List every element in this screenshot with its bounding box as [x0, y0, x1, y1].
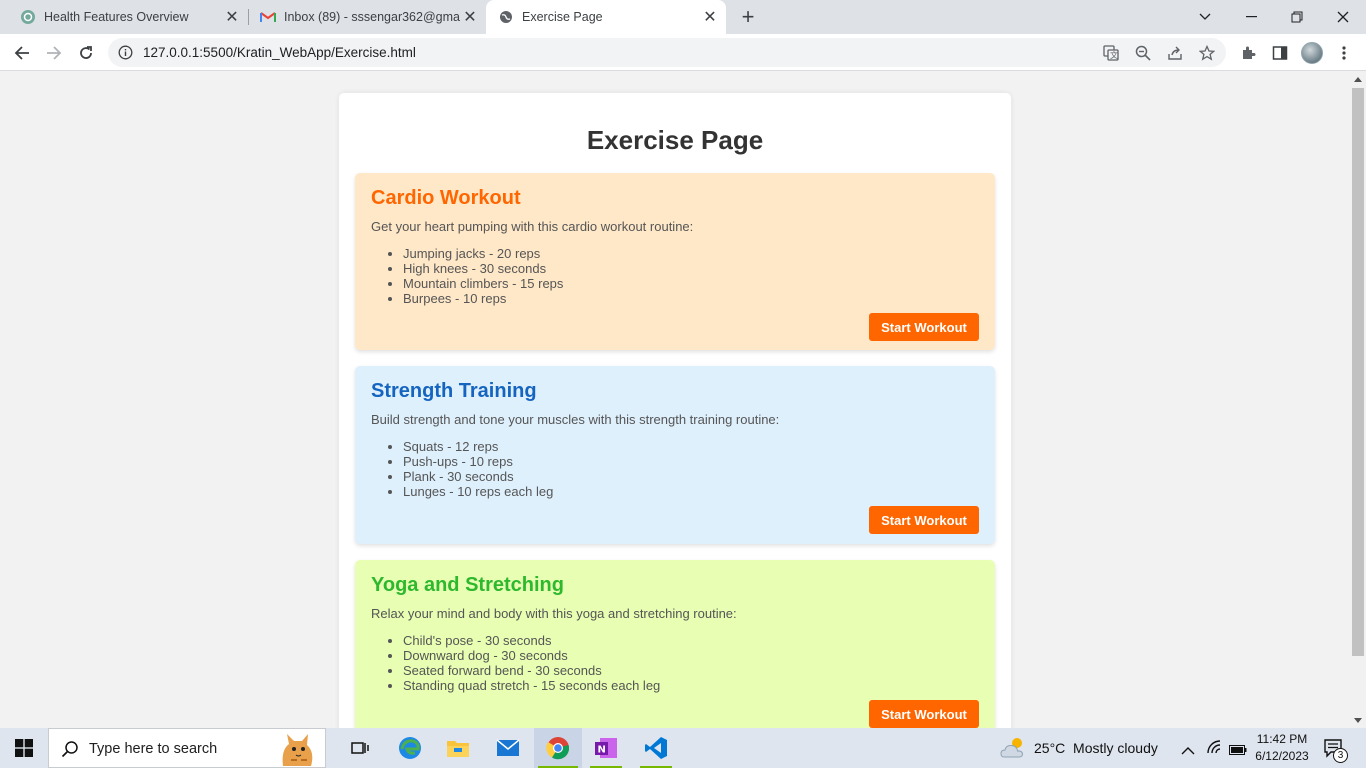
new-tab-icon[interactable]: + — [736, 4, 760, 29]
svg-text:N: N — [598, 745, 606, 756]
svg-text:文: 文 — [1110, 50, 1118, 60]
globe-icon — [498, 9, 514, 25]
clock-date: 6/12/2023 — [1255, 749, 1309, 763]
show-hidden-icons-icon[interactable] — [1181, 742, 1195, 760]
list-item: Push-ups - 10 reps — [403, 454, 553, 469]
url-text[interactable]: 127.0.0.1:5500/Kratin_WebApp/Exercise.ht… — [143, 45, 416, 60]
tab-search-icon[interactable] — [1182, 0, 1228, 34]
list-item: Burpees - 10 reps — [403, 291, 563, 306]
gmail-icon — [260, 9, 276, 25]
back-icon[interactable] — [8, 39, 36, 67]
list-item: High knees - 30 seconds — [403, 261, 563, 276]
card-description: Build strength and tone your muscles wit… — [371, 412, 780, 427]
menu-kebab-icon[interactable] — [1334, 43, 1354, 63]
page-scrollbar[interactable] — [1350, 71, 1366, 728]
search-highlight-cat-icon — [275, 730, 319, 768]
site-info-icon[interactable] — [118, 45, 133, 60]
reload-icon[interactable] — [72, 39, 100, 67]
list-item: Downward dog - 30 seconds — [403, 648, 660, 663]
chrome-icon[interactable] — [534, 728, 582, 768]
close-tab-icon[interactable]: ✕ — [700, 7, 720, 27]
scroll-down-icon[interactable] — [1354, 718, 1362, 723]
tab-exercise-page[interactable]: Exercise Page ✕ — [486, 0, 726, 34]
side-panel-icon[interactable] — [1270, 43, 1290, 63]
restore-icon[interactable] — [1274, 0, 1320, 34]
content-container: Exercise Page Cardio Workout Get your he… — [339, 93, 1011, 728]
browser-toolbar: 127.0.0.1:5500/Kratin_WebApp/Exercise.ht… — [0, 34, 1366, 71]
taskbar: Type here to search N 25°C Mostly cloudy… — [0, 728, 1366, 768]
close-window-icon[interactable] — [1320, 0, 1366, 34]
list-item: Mountain climbers - 15 reps — [403, 276, 563, 291]
start-workout-button[interactable]: Start Workout — [869, 506, 979, 534]
card-yoga-stretching: Yoga and Stretching Relax your mind and … — [355, 560, 995, 728]
share-icon[interactable] — [1166, 44, 1184, 62]
list-item: Jumping jacks - 20 reps — [403, 246, 563, 261]
list-item: Standing quad stretch - 15 seconds each … — [403, 678, 660, 693]
start-workout-button[interactable]: Start Workout — [869, 700, 979, 728]
wifi-icon[interactable] — [1206, 740, 1222, 759]
forward-icon[interactable] — [40, 39, 68, 67]
tab-title: Exercise Page — [522, 10, 603, 24]
card-description: Relax your mind and body with this yoga … — [371, 606, 737, 621]
list-item: Squats - 12 reps — [403, 439, 553, 454]
address-bar[interactable]: 127.0.0.1:5500/Kratin_WebApp/Exercise.ht… — [108, 38, 1226, 67]
file-explorer-icon[interactable] — [434, 728, 482, 768]
chatgpt-icon — [20, 9, 36, 25]
taskbar-search-box[interactable]: Type here to search — [48, 728, 326, 768]
profile-avatar[interactable] — [1301, 42, 1323, 64]
battery-icon[interactable] — [1229, 742, 1247, 760]
close-tab-icon[interactable]: ✕ — [222, 7, 242, 27]
tab-inbox[interactable]: Inbox (89) - sssengar362@gmail. ✕ — [248, 0, 486, 34]
card-strength-training: Strength Training Build strength and ton… — [355, 366, 995, 544]
list-item: Plank - 30 seconds — [403, 469, 553, 484]
tab-title: Inbox (89) - sssengar362@gmail. — [284, 10, 460, 24]
card-heading: Strength Training — [371, 380, 537, 402]
weather-text[interactable]: 25°C Mostly cloudy — [1034, 740, 1158, 756]
search-placeholder: Type here to search — [89, 741, 218, 757]
close-tab-icon[interactable]: ✕ — [460, 7, 480, 27]
extensions-icon[interactable] — [1238, 43, 1258, 63]
minimize-icon[interactable] — [1228, 0, 1274, 34]
bookmark-star-icon[interactable] — [1198, 44, 1216, 62]
tab-strip: Health Features Overview ✕ Inbox (89) - … — [0, 0, 1366, 34]
start-workout-button[interactable]: Start Workout — [869, 313, 979, 341]
scrollbar-thumb[interactable] — [1352, 88, 1364, 656]
card-heading: Yoga and Stretching — [371, 574, 564, 596]
clock-time: 11:42 PM — [1256, 732, 1308, 746]
list-item: Lunges - 10 reps each leg — [403, 484, 553, 499]
card-description: Get your heart pumping with this cardio … — [371, 219, 694, 234]
page-viewport: Exercise Page Cardio Workout Get your he… — [0, 71, 1350, 728]
exercise-list: Child's pose - 30 seconds Downward dog -… — [387, 633, 660, 693]
zoom-out-icon[interactable] — [1134, 44, 1152, 62]
task-view-icon[interactable] — [336, 728, 384, 768]
windows-start-icon[interactable] — [0, 728, 48, 768]
page-title: Exercise Page — [586, 125, 764, 155]
list-item: Child's pose - 30 seconds — [403, 633, 660, 648]
mail-icon[interactable] — [484, 728, 532, 768]
tab-title: Health Features Overview — [44, 10, 189, 24]
system-clock[interactable]: 11:42 PM 6/12/2023 — [1250, 731, 1314, 765]
translate-icon[interactable]: 文 — [1102, 44, 1120, 62]
edge-icon[interactable] — [386, 728, 434, 768]
onenote-icon[interactable]: N — [582, 728, 630, 768]
scroll-up-icon[interactable] — [1354, 77, 1362, 82]
list-item: Seated forward bend - 30 seconds — [403, 663, 660, 678]
tab-health-features[interactable]: Health Features Overview ✕ — [8, 0, 248, 34]
card-cardio-workout: Cardio Workout Get your heart pumping wi… — [355, 173, 995, 350]
exercise-list: Jumping jacks - 20 reps High knees - 30 … — [387, 246, 563, 306]
card-heading: Cardio Workout — [371, 187, 521, 209]
notification-count-badge: 3 — [1333, 748, 1348, 763]
weather-cloudy-icon[interactable] — [1000, 735, 1028, 766]
exercise-list: Squats - 12 reps Push-ups - 10 reps Plan… — [387, 439, 553, 499]
search-icon — [61, 740, 79, 763]
vscode-icon[interactable] — [632, 728, 680, 768]
